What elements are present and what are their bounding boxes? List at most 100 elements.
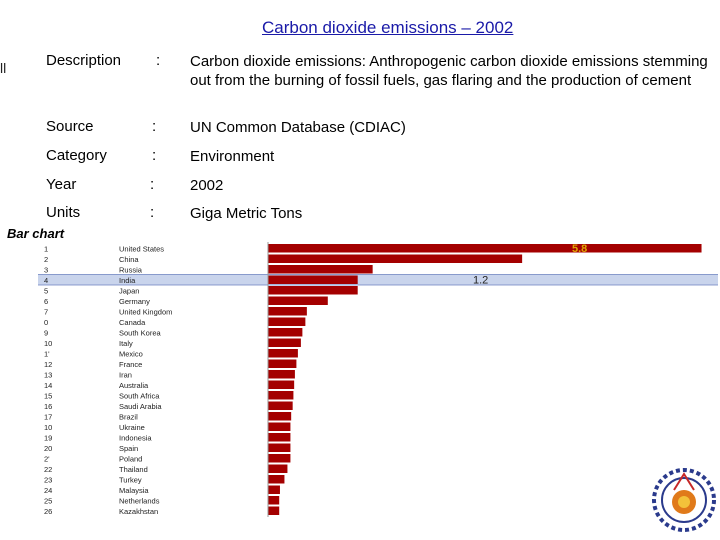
rank-label: 10: [44, 423, 52, 432]
bar: [268, 254, 523, 263]
rank-label: 25: [44, 497, 52, 506]
bar: [268, 485, 280, 494]
country-label: Japan: [119, 287, 139, 296]
rank-label: 23: [44, 476, 52, 485]
country-label: Iran: [119, 371, 132, 380]
country-label: Italy: [119, 339, 133, 348]
bar: [268, 422, 291, 431]
rank-label: 22: [44, 465, 52, 474]
rank-label: 17: [44, 413, 52, 422]
country-label: Poland: [119, 455, 142, 464]
rank-label: 24: [44, 486, 52, 495]
rank-label: 13: [44, 371, 52, 380]
data-label: 1.2: [473, 275, 488, 287]
rank-label: 6: [44, 297, 48, 306]
country-label: Saudi Arabia: [119, 402, 162, 411]
country-label: South Africa: [119, 392, 160, 401]
rank-label: 1: [44, 245, 48, 254]
country-label: Ukraine: [119, 423, 145, 432]
country-label: Canada: [119, 318, 146, 327]
rank-label: 7: [44, 308, 48, 317]
organization-seal-icon: [652, 468, 716, 532]
meta-value: UN Common Database (CDIAC): [190, 119, 406, 136]
bar: [268, 359, 297, 368]
rank-label: 2': [44, 455, 50, 464]
bar-chart: 1 United States 2 China 3 Russia 4 India 5 Japan 6…: [38, 242, 718, 517]
meta-colon: :: [152, 147, 157, 164]
bar: [268, 349, 298, 358]
country-label: Australia: [119, 381, 149, 390]
meta-colon: :: [150, 204, 155, 221]
rank-label: 20: [44, 444, 52, 453]
bar: [268, 443, 291, 452]
bar: [268, 496, 280, 505]
meta-colon: :: [150, 176, 155, 193]
meta-value: Giga Metric Tons: [190, 205, 303, 222]
country-label: United Kingdom: [119, 308, 172, 317]
rank-label: 9: [44, 329, 48, 338]
country-label: France: [119, 360, 142, 369]
country-label: Thailand: [119, 465, 148, 474]
country-label: Kazakhstan: [119, 507, 158, 516]
meta-key: Category: [46, 147, 107, 164]
rank-label: 14: [44, 381, 52, 390]
country-label: Mexico: [119, 350, 143, 359]
meta-value: 2002: [190, 177, 224, 194]
bar: [268, 401, 293, 410]
bar: [268, 370, 295, 379]
edge-mark: ll: [0, 60, 7, 76]
bar: [268, 244, 702, 253]
bar: [268, 296, 328, 305]
country-label: United States: [119, 245, 164, 254]
rank-label: 3: [44, 266, 48, 275]
country-label: China: [119, 255, 139, 264]
bar: [268, 380, 295, 389]
bar: [268, 265, 373, 274]
data-label: 5.8: [572, 243, 587, 255]
rank-label: 0: [44, 318, 48, 327]
slide-title: Carbon dioxide emissions – 2002: [262, 18, 514, 37]
bar: [268, 338, 301, 347]
bar: [268, 454, 291, 463]
meta-value: Environment: [190, 148, 275, 165]
bar: [268, 464, 288, 473]
rank-label: 12: [44, 360, 52, 369]
country-label: Germany: [119, 297, 150, 306]
country-label: Spain: [119, 444, 138, 453]
highlight-row: [38, 274, 718, 285]
rank-label: 19: [44, 434, 52, 443]
rank-label: 5: [44, 287, 48, 296]
rank-label: 1': [44, 350, 50, 359]
meta-colon: :: [156, 52, 161, 69]
country-label: India: [119, 276, 136, 285]
country-label: Netherlands: [119, 497, 160, 506]
rank-label: 15: [44, 392, 52, 401]
country-label: South Korea: [119, 329, 162, 338]
bar: [268, 412, 292, 421]
meta-key: Units: [46, 204, 81, 221]
bar: [268, 433, 291, 442]
bar: [268, 475, 285, 484]
rank-label: 10: [44, 339, 52, 348]
country-label: Brazil: [119, 413, 138, 422]
bar: [268, 506, 280, 515]
country-label: Malaysia: [119, 486, 149, 495]
meta-colon: :: [152, 118, 157, 135]
country-label: Indonesia: [119, 434, 152, 443]
rank-label: 2: [44, 255, 48, 264]
rank-label: 26: [44, 507, 52, 516]
meta-key: Description: [46, 52, 122, 69]
bar: [268, 307, 307, 316]
meta-key: Year: [46, 176, 77, 193]
meta-key: Source: [46, 118, 94, 135]
bar: [268, 391, 294, 400]
bar: [268, 275, 358, 284]
country-label: Russia: [119, 266, 143, 275]
country-label: Turkey: [119, 476, 142, 485]
bar: [268, 286, 358, 295]
rank-label: 16: [44, 402, 52, 411]
rank-label: 4: [44, 276, 48, 285]
bar: [268, 328, 303, 337]
bar: [268, 317, 306, 326]
meta-value: Carbon dioxide emissions: Anthropogenic …: [190, 53, 708, 89]
